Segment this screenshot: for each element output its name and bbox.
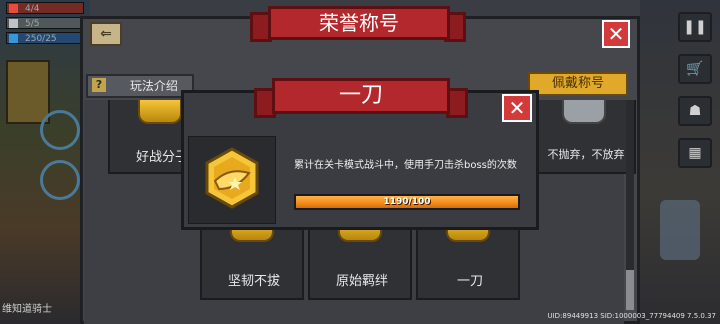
popup-badge-frame [188,136,276,224]
equip-title-button[interactable]: 佩戴称号 [528,72,628,96]
health-bar: 4/4 [6,2,84,14]
shop-cart-icon[interactable]: 🛒 [678,54,712,84]
energy-icon [9,34,18,43]
question-icon: ? [92,78,106,92]
title-label: 坚韧不拔 [227,274,280,289]
title-label: 不抛弃，不放弃 [547,148,625,161]
title-badge-icon [562,100,606,124]
scrollbar-thumb[interactable] [626,270,634,310]
skill-button[interactable] [40,110,80,150]
popup-close-button[interactable]: ✕ [502,94,532,122]
npc-label: 维知道骑士 [2,304,52,315]
health-value: 4/4 [25,4,40,14]
knife-hand-badge-icon [205,147,259,209]
panel-close-button[interactable]: ✕ [602,20,630,48]
energy-value: 250/25 [25,34,57,44]
title-tile[interactable]: 原始羁绊 [308,218,412,300]
help-button[interactable]: ? 玩法介绍 [86,74,194,98]
weapon-swap-button[interactable] [40,160,80,200]
energy-bar: 250/25 [6,32,84,44]
shield-icon [9,19,18,28]
title-tile[interactable]: 坚韧不拔 [200,218,304,300]
title-tile[interactable]: 一刀 [416,218,520,300]
inventory-button[interactable]: ▦ [678,138,712,168]
panel-title: 荣誉称号 [268,6,450,40]
title-label: 一刀 [456,274,483,289]
help-label: 玩法介绍 [129,79,178,93]
back-button[interactable]: ⇐ [90,22,122,46]
world-building [6,60,50,124]
title-badge-icon [138,100,182,124]
character-button[interactable]: ☗ [678,96,712,126]
popup-description: 累计在关卡模式战斗中，使用手刀击杀boss的次数 [294,160,517,171]
popup-title: 一刀 [272,78,450,114]
title-tile[interactable]: 不抛弃，不放弃 [532,100,636,174]
armor-value: 5/5 [25,19,40,29]
game-world-left [0,0,90,324]
pause-button[interactable]: ❚❚ [678,12,712,42]
progress-text: 1190/100 [383,197,431,207]
title-label: 原始羁绊 [335,274,388,289]
npc-character [660,200,700,260]
armor-bar: 5/5 [6,17,84,29]
uid-footer: UID:89449913 SID:1000003_77794409 7.5.0.… [547,312,716,320]
heart-icon [9,4,18,13]
